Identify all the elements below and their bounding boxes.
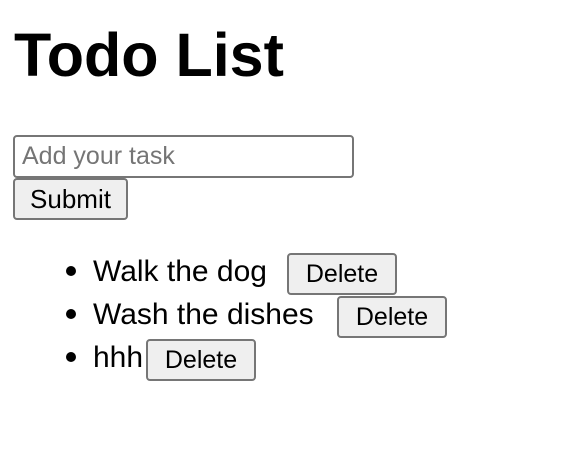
task-text: Walk the dog [93, 255, 267, 288]
submit-button[interactable]: Submit [13, 178, 128, 220]
delete-button[interactable]: Delete [146, 339, 256, 381]
page-title: Todo List [14, 21, 284, 89]
bullet-icon [66, 266, 76, 276]
delete-button[interactable]: Delete [287, 253, 397, 295]
bullet-icon [66, 309, 76, 319]
task-text: Wash the dishes [93, 298, 314, 331]
delete-button[interactable]: Delete [337, 296, 447, 338]
task-input[interactable] [13, 135, 354, 178]
bullet-icon [66, 352, 76, 362]
task-text: hhh [93, 341, 144, 374]
